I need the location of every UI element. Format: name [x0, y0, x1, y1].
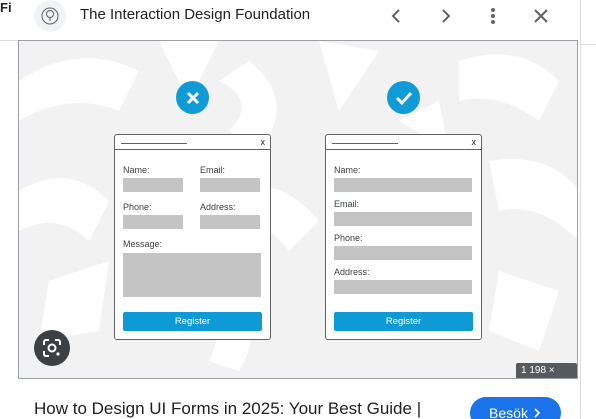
address-label: Address:: [334, 267, 370, 277]
phone-label: Phone:: [334, 233, 363, 243]
site-logo[interactable]: [34, 0, 66, 32]
name-label: Name:: [334, 165, 361, 175]
email-label: Email:: [334, 199, 360, 209]
preview-header: The Interaction Design Foundation: [18, 0, 580, 36]
background-text: Fi: [0, 0, 12, 15]
address-field: [334, 280, 472, 294]
phone-field: [123, 215, 183, 229]
preview-image[interactable]: x Name: Email: Phone: Address: Message: …: [18, 40, 578, 379]
close-button[interactable]: [527, 2, 555, 30]
lens-search-button[interactable]: [34, 330, 70, 366]
tree-logo-icon: [41, 7, 59, 25]
chevron-right-icon: [442, 9, 451, 23]
close-icon: [534, 9, 548, 23]
message-label: Message:: [123, 239, 163, 249]
resolution-badge: 1 198 × 730: [516, 363, 577, 378]
visit-button[interactable]: Besök: [470, 397, 561, 419]
name-field: [334, 178, 472, 192]
site-name[interactable]: The Interaction Design Foundation: [80, 6, 310, 23]
background-page-edge: Fi: [0, 0, 18, 419]
image-preview-panel: The Interaction Design Foundation x Name…: [18, 0, 580, 419]
image-viewer: Fi The Interaction Design Foundation x N…: [0, 0, 596, 419]
more-vert-icon: [491, 8, 495, 24]
next-button[interactable]: [431, 2, 459, 30]
email-label: Email:: [200, 165, 226, 175]
visit-label: Besök: [489, 405, 528, 419]
email-field: [334, 212, 472, 226]
register-button: Register: [123, 312, 262, 331]
chevron-left-icon: [391, 9, 400, 23]
email-field: [200, 178, 260, 192]
form-close-x: x: [471, 137, 477, 147]
chevron-right-icon: [534, 408, 541, 418]
previous-button[interactable]: [383, 2, 411, 30]
background-page-edge: [580, 0, 596, 419]
name-field: [123, 178, 183, 192]
phone-field: [334, 246, 472, 260]
more-options-button[interactable]: [479, 2, 507, 30]
bad-form-example: x Name: Email: Phone: Address: Message: …: [114, 134, 271, 340]
register-button: Register: [334, 312, 473, 331]
address-field: [200, 215, 260, 229]
correct-icon: [387, 81, 420, 114]
form-close-x: x: [260, 137, 266, 147]
name-label: Name:: [123, 165, 150, 175]
wrong-icon: [176, 81, 209, 114]
image-caption[interactable]: How to Design UI Forms in 2025: Your Bes…: [34, 399, 421, 419]
address-label: Address:: [200, 202, 236, 212]
lens-icon: [43, 339, 61, 357]
background-pattern: [19, 41, 577, 378]
message-field: [123, 253, 261, 297]
good-form-example: x Name: Email: Phone: Address: Register: [325, 134, 482, 340]
phone-label: Phone:: [123, 202, 152, 212]
